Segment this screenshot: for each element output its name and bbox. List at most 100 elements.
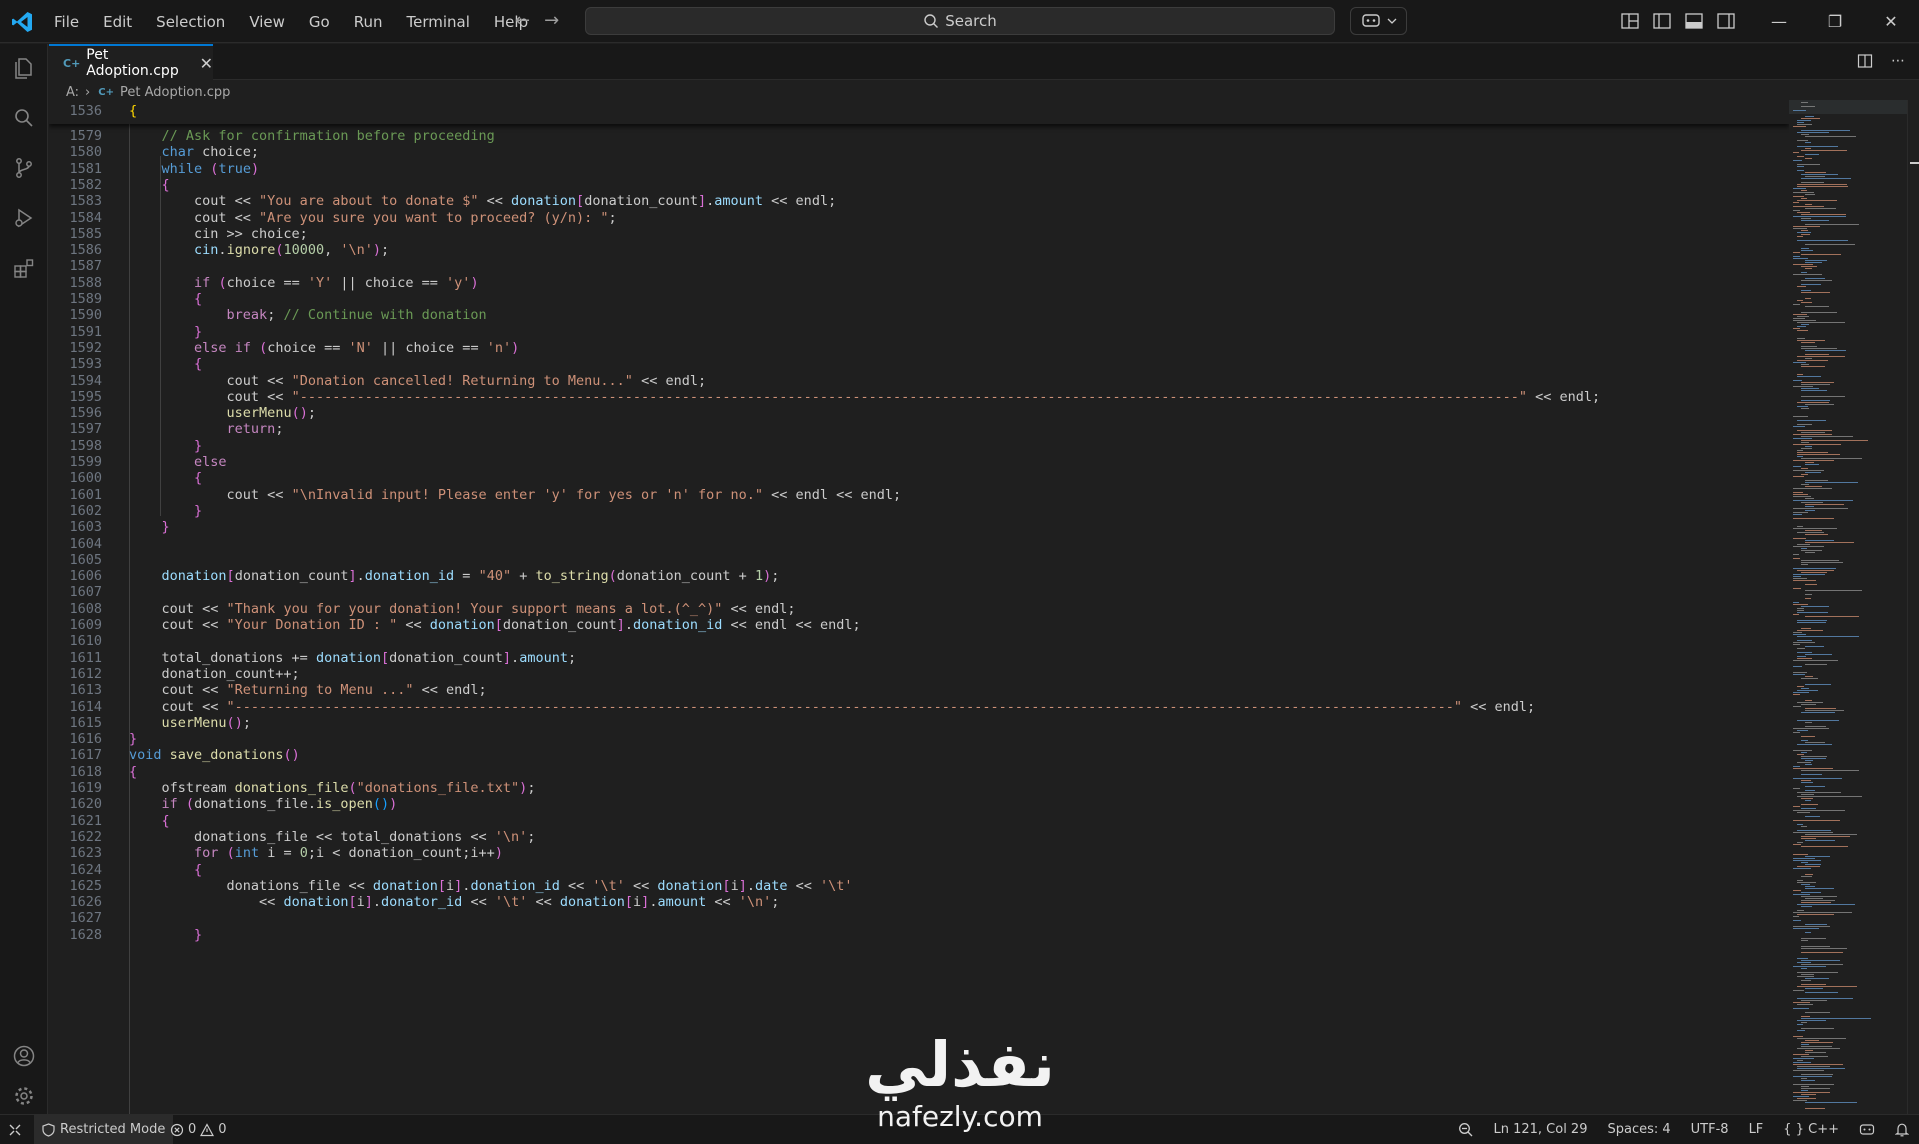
menu-file[interactable]: File: [54, 13, 79, 31]
code-line[interactable]: {: [129, 291, 202, 307]
code-line[interactable]: userMenu();: [129, 405, 316, 421]
menu-view[interactable]: View: [249, 13, 285, 31]
braces-icon: { }: [1783, 1122, 1804, 1137]
copilot-icon: [1361, 14, 1380, 27]
copilot-status-icon[interactable]: [1859, 1123, 1875, 1137]
line-number: 1597: [69, 421, 102, 438]
code-line[interactable]: // Ask for confirmation before proceedin…: [129, 128, 495, 144]
toggle-primary-sidebar-icon[interactable]: [1652, 11, 1672, 31]
code-line[interactable]: {: [129, 813, 170, 829]
minimap[interactable]: [1789, 100, 1907, 1114]
search-view-icon[interactable]: [12, 106, 36, 130]
code-line[interactable]: donations_file << donation[i].donation_i…: [129, 878, 853, 894]
code-line[interactable]: else: [129, 454, 227, 470]
split-editor-icon[interactable]: [1857, 53, 1873, 69]
explorer-icon[interactable]: [12, 56, 36, 80]
code-line[interactable]: }: [129, 519, 170, 535]
code-line[interactable]: char choice;: [129, 144, 260, 160]
code-line[interactable]: break; // Continue with donation: [129, 307, 487, 323]
code-line[interactable]: cout << "\nInvalid input! Please enter '…: [129, 487, 902, 503]
code-line[interactable]: cout << "Your Donation ID : " << donatio…: [129, 617, 861, 633]
menu-terminal[interactable]: Terminal: [407, 13, 470, 31]
breadcrumb-drive[interactable]: A:: [66, 85, 79, 100]
code-line[interactable]: {: [129, 177, 170, 193]
code-line[interactable]: cout << "Are you sure you want to procee…: [129, 210, 617, 226]
code-line[interactable]: cin.ignore(10000, '\n');: [129, 242, 389, 258]
code-line[interactable]: }: [129, 324, 202, 340]
cursor-position[interactable]: Ln 121, Col 29: [1493, 1122, 1587, 1137]
code-line[interactable]: else if (choice == 'N' || choice == 'n'): [129, 340, 519, 356]
minimize-icon[interactable]: —: [1751, 12, 1807, 31]
line-number: 1601: [69, 486, 102, 503]
line-number: 1585: [69, 225, 102, 242]
zoom-out-icon[interactable]: [1458, 1122, 1473, 1137]
code-line[interactable]: donations_file << total_donations << '\n…: [129, 829, 535, 845]
copilot-button[interactable]: [1350, 7, 1407, 35]
indentation[interactable]: Spaces: 4: [1607, 1122, 1670, 1137]
menu-selection[interactable]: Selection: [156, 13, 225, 31]
sticky-code: {: [129, 103, 138, 119]
code-line[interactable]: {: [129, 764, 137, 780]
code-line[interactable]: << donation[i].donator_id << '\t' << don…: [129, 894, 779, 910]
menu-edit[interactable]: Edit: [103, 13, 132, 31]
code-line[interactable]: }: [129, 438, 202, 454]
error-icon: [170, 1123, 184, 1136]
code-line[interactable]: return;: [129, 421, 284, 437]
restricted-mode-indicator[interactable]: Restricted Mode: [34, 1115, 174, 1144]
code-line[interactable]: {: [129, 862, 202, 878]
code-line[interactable]: cout << "Thank you for your donation! Yo…: [129, 601, 796, 617]
code-line[interactable]: donation[donation_count].donation_id = "…: [129, 568, 780, 584]
close-window-icon[interactable]: ✕: [1863, 12, 1919, 31]
line-number: 1579: [69, 128, 102, 144]
end-of-line[interactable]: LF: [1749, 1122, 1764, 1137]
menu-run[interactable]: Run: [354, 13, 383, 31]
code-line[interactable]: }: [129, 927, 202, 943]
toggle-secondary-sidebar-icon[interactable]: [1716, 11, 1736, 31]
code-line[interactable]: cout << "Returning to Menu ..." << endl;: [129, 682, 487, 698]
code-line[interactable]: cout << "-------------------------------…: [129, 699, 1536, 715]
notifications-bell-icon[interactable]: [1895, 1122, 1909, 1137]
code-line[interactable]: donation_count++;: [129, 666, 300, 682]
vertical-scrollbar[interactable]: [1907, 100, 1919, 1114]
code-line[interactable]: cin >> choice;: [129, 226, 308, 242]
extensions-icon[interactable]: [12, 256, 36, 280]
sticky-scroll-line[interactable]: 1536 {: [49, 100, 1789, 124]
settings-gear-icon[interactable]: [12, 1084, 36, 1108]
command-center-search[interactable]: Search: [585, 7, 1335, 35]
code-line[interactable]: void save_donations(): [129, 747, 300, 763]
problems-indicator[interactable]: 0 0: [170, 1115, 227, 1144]
remote-indicator-icon[interactable]: [0, 1115, 30, 1144]
code-line[interactable]: if (choice == 'Y' || choice == 'y'): [129, 275, 479, 291]
code-line[interactable]: {: [129, 356, 202, 372]
breadcrumb-file[interactable]: Pet Adoption.cpp: [120, 85, 230, 100]
code-line[interactable]: cout << "You are about to donate $" << d…: [129, 193, 836, 209]
code-line[interactable]: }: [129, 731, 137, 747]
code-line[interactable]: userMenu();: [129, 715, 251, 731]
code-line[interactable]: if (donations_file.is_open()): [129, 796, 398, 812]
code-line[interactable]: }: [129, 503, 202, 519]
encoding[interactable]: UTF-8: [1691, 1122, 1729, 1137]
source-control-icon[interactable]: [12, 156, 36, 180]
restore-icon[interactable]: ❐: [1807, 12, 1863, 31]
tab-pet-adoption[interactable]: C+ Pet Adoption.cpp ✕: [49, 44, 213, 80]
accounts-icon[interactable]: [12, 1044, 36, 1068]
toggle-panel-icon[interactable]: [1684, 11, 1704, 31]
forward-arrow-icon[interactable]: →: [544, 10, 559, 31]
customize-layout-icon[interactable]: [1620, 11, 1640, 31]
code-line[interactable]: cout << "-------------------------------…: [129, 389, 1601, 405]
language-mode[interactable]: { } C++: [1783, 1122, 1839, 1137]
menu-go[interactable]: Go: [309, 13, 330, 31]
code-line[interactable]: while (true): [129, 161, 260, 177]
code-line[interactable]: for (int i = 0;i < donation_count;i++): [129, 845, 503, 861]
restricted-mode-label: Restricted Mode: [60, 1122, 166, 1137]
line-number: 1609: [69, 617, 102, 633]
code-line[interactable]: ofstream donations_file("donations_file.…: [129, 780, 536, 796]
code-line[interactable]: cout << "Donation cancelled! Returning t…: [129, 373, 707, 389]
code-line[interactable]: total_donations += donation[donation_cou…: [129, 650, 577, 666]
code-editor[interactable]: 1536 { 1579 // Ask for confirmation befo…: [49, 100, 1789, 1114]
back-arrow-icon[interactable]: ←: [515, 10, 530, 31]
more-actions-icon[interactable]: ⋯: [1891, 53, 1905, 69]
close-tab-icon[interactable]: ✕: [200, 54, 213, 73]
run-debug-icon[interactable]: [12, 206, 36, 230]
code-line[interactable]: {: [129, 470, 202, 486]
